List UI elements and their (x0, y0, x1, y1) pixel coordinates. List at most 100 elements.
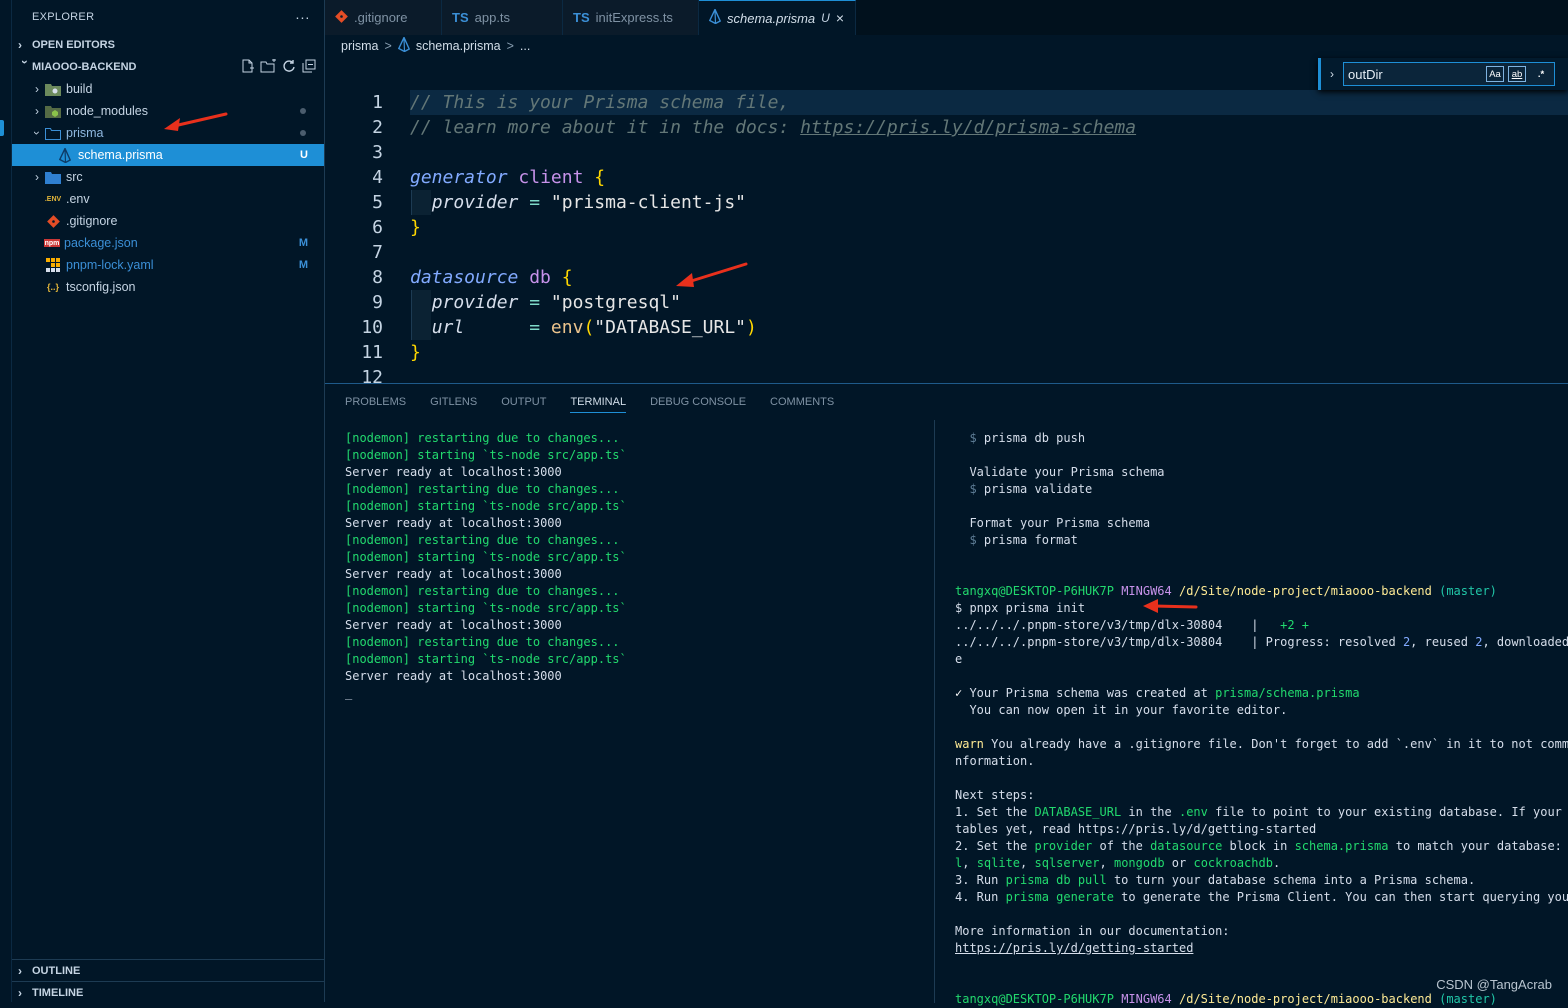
typescript-icon: TS (452, 10, 469, 25)
tab-label: initExpress.ts (595, 10, 673, 25)
docs-link[interactable]: https://pris.ly/d/getting-started (955, 940, 1568, 957)
prisma-file-icon (56, 147, 74, 163)
project-label: MIAOOO-BACKEND (32, 61, 137, 73)
tab-schema-prisma[interactable]: schema.prisma U × (699, 0, 856, 35)
terminal-line: Validate your Prisma schema (969, 465, 1165, 479)
brace: { (561, 267, 573, 288)
more-actions-icon[interactable]: ··· (295, 9, 310, 25)
tree-item-package-json[interactable]: npm package.json M (12, 232, 324, 254)
terminal-split-divider[interactable] (934, 420, 935, 1003)
tree-label: src (66, 170, 83, 184)
breadcrumb-separator: > (506, 39, 514, 53)
project-section[interactable]: › MIAOOO-BACKEND (12, 56, 324, 78)
tree-label: .gitignore (66, 214, 118, 228)
close-icon[interactable]: × (836, 10, 844, 26)
breadcrumb-file[interactable]: schema.prisma (416, 39, 501, 53)
terminal-line: [nodemon] starting `ts-node src/app.ts` (345, 652, 627, 666)
docs-link[interactable]: https://pris.ly/d/prisma-schema (800, 117, 1136, 138)
tab-gitlens[interactable]: GITLENS (430, 396, 477, 408)
chevron-down-icon: › (30, 131, 44, 135)
paren: ( (583, 317, 595, 338)
terminal-line: [nodemon] restarting due to changes... (345, 635, 620, 649)
terminal-line: [nodemon] restarting due to changes... (345, 431, 620, 445)
tab-init-express-ts[interactable]: TS initExpress.ts (563, 0, 699, 35)
string: "DATABASE_URL" (594, 317, 746, 338)
open-editors-section[interactable]: › OPEN EDITORS (12, 34, 324, 56)
tree-item-tsconfig[interactable]: {..} tsconfig.json (12, 276, 324, 298)
watermark: CSDN @TangAcrab (1436, 977, 1552, 992)
terminal-line: Server ready at localhost:3000 (345, 618, 562, 632)
line-number: 8 (372, 267, 383, 288)
tab-gitignore[interactable]: .gitignore (325, 0, 442, 35)
code-line: } (410, 215, 421, 240)
code-line: // learn more about it in the docs: http… (410, 115, 1136, 140)
line-number: 3 (372, 142, 383, 163)
terminal-right[interactable]: $ prisma db push Validate your Prisma sc… (955, 430, 1568, 1008)
whole-word-toggle[interactable]: ab (1508, 66, 1526, 82)
new-file-icon[interactable] (240, 59, 254, 76)
terminal-line: [nodemon] restarting due to changes... (345, 584, 620, 598)
explorer-sidebar: EXPLORER ··· › OPEN EDITORS › MIAOOO-BAC… (12, 0, 325, 1002)
property: provider (431, 192, 519, 213)
tab-app-ts[interactable]: TS app.ts (442, 0, 563, 35)
tree-label: pnpm-lock.yaml (66, 258, 154, 272)
timeline-label: TIMELINE (32, 987, 84, 999)
refresh-icon[interactable] (282, 59, 296, 76)
line-number: 1 (372, 92, 383, 113)
outline-section[interactable]: › OUTLINE (12, 959, 324, 982)
tab-comments[interactable]: COMMENTS (770, 396, 834, 408)
terminal-line: [nodemon] starting `ts-node src/app.ts` (345, 448, 627, 462)
pnpm-file-icon (44, 258, 62, 272)
tree-label: node_modules (66, 104, 149, 118)
code-editor[interactable]: 1 2 3 4 5 6 7 8 9 10 11 12 // This is yo… (325, 90, 1568, 383)
breadcrumb-folder[interactable]: prisma (341, 39, 379, 53)
terminal-line: nformation. (955, 754, 1035, 768)
terminal-prompt: tangxq@DESKTOP-P6HUK7P MINGW64 /d/Site/n… (955, 992, 1497, 1006)
terminal-line: [nodemon] restarting due to changes... (345, 482, 620, 496)
find-input[interactable]: outDir Aa ab .* (1343, 62, 1555, 86)
tree-item-src[interactable]: › src (12, 166, 324, 188)
terminal-line: Server ready at localhost:3000 (345, 567, 562, 581)
code-line: datasource db { (410, 265, 573, 290)
terminal-line: [nodemon] starting `ts-node src/app.ts` (345, 499, 627, 513)
tree-item-env[interactable]: .ENV .env (12, 188, 324, 210)
tab-debug-console[interactable]: DEBUG CONSOLE (650, 396, 746, 408)
typescript-icon: TS (573, 10, 590, 25)
annotation-arrow (164, 112, 228, 131)
new-folder-icon[interactable] (260, 57, 276, 76)
line-number: 9 (372, 292, 383, 313)
tab-terminal[interactable]: TERMINAL (570, 396, 627, 413)
property: url (431, 317, 465, 338)
terminal-line: 3. Run prisma db pull to turn your datab… (955, 873, 1476, 887)
terminal-left[interactable]: [nodemon] restarting due to changes... [n… (345, 430, 933, 702)
timeline-section[interactable]: › TIMELINE (12, 981, 324, 1004)
tree-item-schema-prisma[interactable]: schema.prisma U (12, 144, 324, 166)
toggle-replace-icon[interactable]: › (1325, 67, 1339, 81)
prisma-file-icon (397, 35, 410, 55)
tree-item-build[interactable]: › build (12, 78, 324, 100)
comment-text: // learn more about it in the docs: (410, 117, 801, 138)
terminal-line: $ prisma format (969, 533, 1078, 547)
tree-label: .env (66, 192, 90, 206)
tree-item-pnpm-lock[interactable]: pnpm-lock.yaml M (12, 254, 324, 276)
regex-toggle[interactable]: .* (1532, 66, 1550, 82)
prisma-file-icon (708, 7, 722, 27)
env-file-icon: .ENV (44, 195, 62, 203)
terminal-line: [nodemon] starting `ts-node src/app.ts` (345, 601, 627, 615)
terminal-line: tables yet, read https://pris.ly/d/getti… (955, 822, 1317, 836)
block-name: db (529, 267, 551, 288)
breadcrumb-symbol[interactable]: ... (520, 39, 530, 53)
status-dot (300, 130, 306, 136)
collapse-all-icon[interactable] (302, 59, 316, 76)
match-case-toggle[interactable]: Aa (1486, 66, 1504, 82)
tree-item-gitignore[interactable]: .gitignore (12, 210, 324, 232)
tab-output[interactable]: OUTPUT (501, 396, 546, 408)
terminal-line: $ pnpx prisma init (955, 601, 1086, 615)
tab-problems[interactable]: PROBLEMS (345, 396, 406, 408)
breadcrumb: prisma > schema.prisma > ... (325, 35, 1568, 57)
